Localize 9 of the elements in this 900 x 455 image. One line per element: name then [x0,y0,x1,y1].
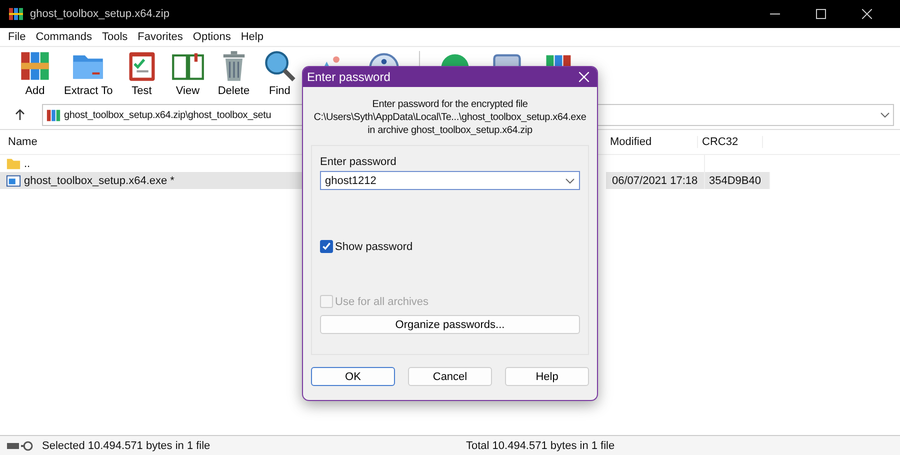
dialog-message: C:\Users\Syth\AppData\Local\Te...\ghost_toolbox_setup.x64.exe [314,111,586,124]
status-text: Total 10.494.571 bytes in 1 file [466,440,615,452]
window-title: ghost_toolbox_setup.x64.zip [30,8,170,20]
table-cell: 354D9B40 [705,172,770,189]
field-label: Enter password [320,156,398,168]
status-text: Selected 10.494.571 bytes in 1 file [42,440,212,452]
dialog-message: in archive ghost_toolbox_setup.x64.zip [368,124,532,137]
table-cell: 06/07/2021 17:18 [606,172,705,189]
dialog-title: Enter password [307,70,390,84]
